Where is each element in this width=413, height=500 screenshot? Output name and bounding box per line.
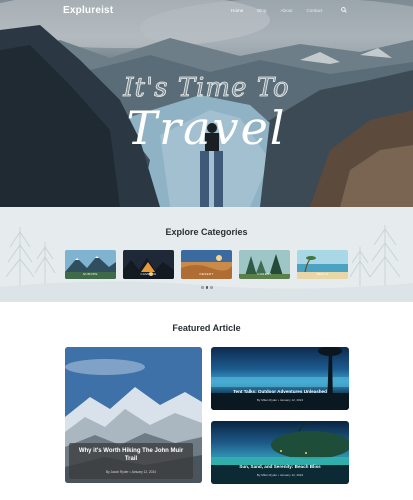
category-label: BEACH [316, 272, 329, 276]
carousel-dot[interactable] [210, 286, 213, 289]
article-title[interactable]: Why it's Worth Hiking The John Muir Trai… [73, 448, 189, 463]
category-card-europe[interactable]: EUROPE [65, 250, 116, 279]
featured-heading: Featured Article [172, 323, 241, 333]
page: Explureist Home Blog About Contact It's … [0, 0, 413, 500]
category-label: FOREST [257, 272, 272, 276]
nav-link-blog[interactable]: Blog [257, 8, 266, 13]
nav-links: Home Blog About Contact [231, 8, 322, 13]
article-title[interactable]: Sun, Sand, and Serenity: Beach Bliss [211, 464, 349, 469]
category-card-desert[interactable]: DESERT [181, 250, 232, 279]
carousel-dot-active[interactable] [205, 286, 208, 289]
category-card-camping[interactable]: CAMPING [123, 250, 174, 279]
category-label: CAMPING [140, 272, 157, 276]
top-navbar: Explureist Home Blog About Contact [0, 0, 413, 24]
article-title[interactable]: Tent Talks: Outdoor Adventures Unleashed [211, 389, 349, 394]
carousel-pagination [201, 286, 213, 289]
hero-title-line1: It's Time To [123, 73, 290, 104]
hero-title-line2: Travel [126, 101, 287, 155]
category-carousel: EUROPE CAMPING DESERT FOREST BEACH [65, 250, 348, 279]
article-meta: By Jacob Ryder • January 12, 2024 [105, 470, 157, 474]
category-label: DESERT [199, 272, 214, 276]
nav-link-home[interactable]: Home [231, 8, 243, 13]
categories-heading: Explore Categories [165, 227, 248, 237]
category-card-forest[interactable]: FOREST [239, 250, 290, 279]
carousel-dot[interactable] [201, 286, 204, 289]
hero-banner: Explureist Home Blog About Contact It's … [0, 0, 413, 207]
article-meta: By Milan Ryder • January 12, 2024 [256, 398, 304, 402]
article-meta: By Milan Ryder • January 12, 2024 [256, 473, 304, 477]
nav-link-contact[interactable]: Contact [306, 8, 322, 13]
site-logo[interactable]: Explureist [63, 5, 113, 16]
featured-side-article-2[interactable]: Sun, Sand, and Serenity: Beach Bliss By … [211, 421, 349, 484]
featured-main-caption: Why it's Worth Hiking The John Muir Trai… [69, 443, 193, 479]
featured-side-article-1[interactable]: Tent Talks: Outdoor Adventures Unleashed… [211, 347, 349, 410]
category-label: EUROPE [83, 272, 98, 276]
nav-link-about[interactable]: About [280, 8, 292, 13]
search-icon[interactable] [341, 7, 347, 13]
category-card-beach[interactable]: BEACH [297, 250, 348, 279]
